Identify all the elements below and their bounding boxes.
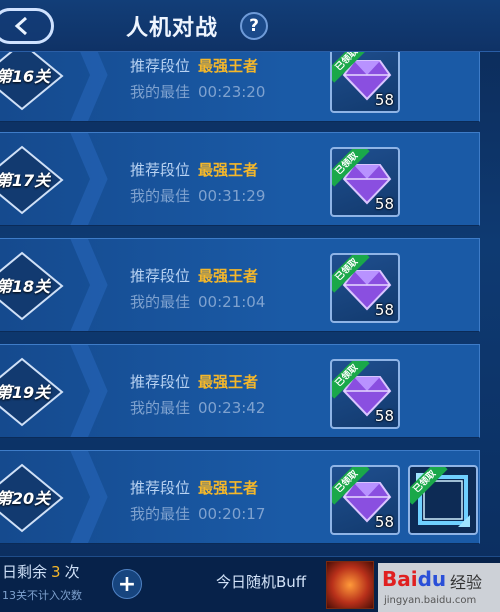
page-title: 人机对战 bbox=[126, 16, 219, 41]
level-badge: 第18关 bbox=[0, 251, 64, 321]
watermark-url: jingyan.baidu.com bbox=[384, 595, 477, 606]
level-label: 第19关 bbox=[0, 383, 51, 402]
baidu-logo: Baidu bbox=[382, 567, 447, 591]
recommended-rank: 推荐段位 最强王者 bbox=[130, 267, 259, 285]
row-chevron-decor bbox=[70, 133, 108, 225]
watermark-text: 经验 bbox=[450, 573, 483, 592]
level-row-19[interactable]: 第19关 推荐段位 最强王者 我的最佳 00:23:42 已领取 58 bbox=[0, 344, 480, 438]
best-record: 我的最佳 00:23:42 bbox=[130, 399, 266, 417]
back-arrow-icon bbox=[14, 16, 27, 36]
level-label: 第20关 bbox=[0, 489, 51, 508]
row-chevron-decor bbox=[70, 345, 108, 437]
fist-buff-icon[interactable] bbox=[326, 561, 374, 609]
avatar-frame-reward-slot[interactable]: 已领取 bbox=[408, 465, 478, 535]
top-header: 人机对战 ? bbox=[0, 0, 500, 52]
level-list: 第16关 推荐段位 最强王者 我的最佳 00:23:20 已领取 58 第17关 推… bbox=[0, 0, 500, 560]
baidu-watermark: Baidu 经验 jingyan.baidu.com bbox=[378, 563, 500, 612]
recommended-rank: 推荐段位 最强王者 bbox=[130, 57, 259, 75]
reward-slot[interactable]: 已领取 58 bbox=[330, 465, 400, 535]
back-button[interactable] bbox=[0, 8, 54, 44]
level-row-17[interactable]: 第17关 推荐段位 最强王者 我的最佳 00:31:29 已领取 58 bbox=[0, 132, 480, 226]
recommended-rank: 推荐段位 最强王者 bbox=[130, 373, 259, 391]
add-attempts-button[interactable]: + bbox=[112, 569, 142, 599]
recommended-rank: 推荐段位 最强王者 bbox=[130, 161, 259, 179]
level-badge: 第19关 bbox=[0, 357, 64, 427]
level-label: 第16关 bbox=[0, 67, 51, 86]
daily-buff-label: 今日随机Buff bbox=[216, 573, 307, 591]
row-chevron-decor bbox=[70, 451, 108, 543]
best-record: 我的最佳 00:21:04 bbox=[130, 293, 266, 311]
remaining-count: 3 bbox=[51, 563, 61, 581]
reward-slot[interactable]: 已领取 58 bbox=[330, 253, 400, 323]
attempts-note: 13关不计入次数 bbox=[2, 589, 82, 602]
reward-quantity: 58 bbox=[374, 195, 394, 213]
bottom-bar: 日剩余 3 次 13关不计入次数 + 今日随机Buff Baidu 经验 jingy… bbox=[0, 556, 500, 612]
level-badge: 第20关 bbox=[0, 463, 64, 533]
level-row-18[interactable]: 第18关 推荐段位 最强王者 我的最佳 00:21:04 已领取 58 bbox=[0, 238, 480, 332]
reward-slot[interactable]: 已领取 58 bbox=[330, 43, 400, 113]
recommended-rank: 推荐段位 最强王者 bbox=[130, 479, 259, 497]
level-row-20[interactable]: 第20关 推荐段位 最强王者 我的最佳 00:20:17 已领取 58 已领取 bbox=[0, 450, 480, 544]
row-chevron-decor bbox=[70, 239, 108, 331]
reward-quantity: 58 bbox=[374, 407, 394, 425]
level-badge: 第17关 bbox=[0, 145, 64, 215]
reward-slot[interactable]: 已领取 58 bbox=[330, 359, 400, 429]
reward-quantity: 58 bbox=[374, 301, 394, 319]
best-record: 我的最佳 00:31:29 bbox=[130, 187, 266, 205]
level-label: 第17关 bbox=[0, 171, 51, 190]
reward-quantity: 58 bbox=[374, 91, 394, 109]
best-record: 我的最佳 00:23:20 bbox=[130, 83, 266, 101]
help-button[interactable]: ? bbox=[240, 12, 268, 40]
reward-quantity: 58 bbox=[374, 513, 394, 531]
level-label: 第18关 bbox=[0, 277, 51, 296]
reward-slot[interactable]: 已领取 58 bbox=[330, 147, 400, 217]
remaining-attempts: 日剩余 3 次 bbox=[2, 563, 80, 581]
best-record: 我的最佳 00:20:17 bbox=[130, 505, 266, 523]
